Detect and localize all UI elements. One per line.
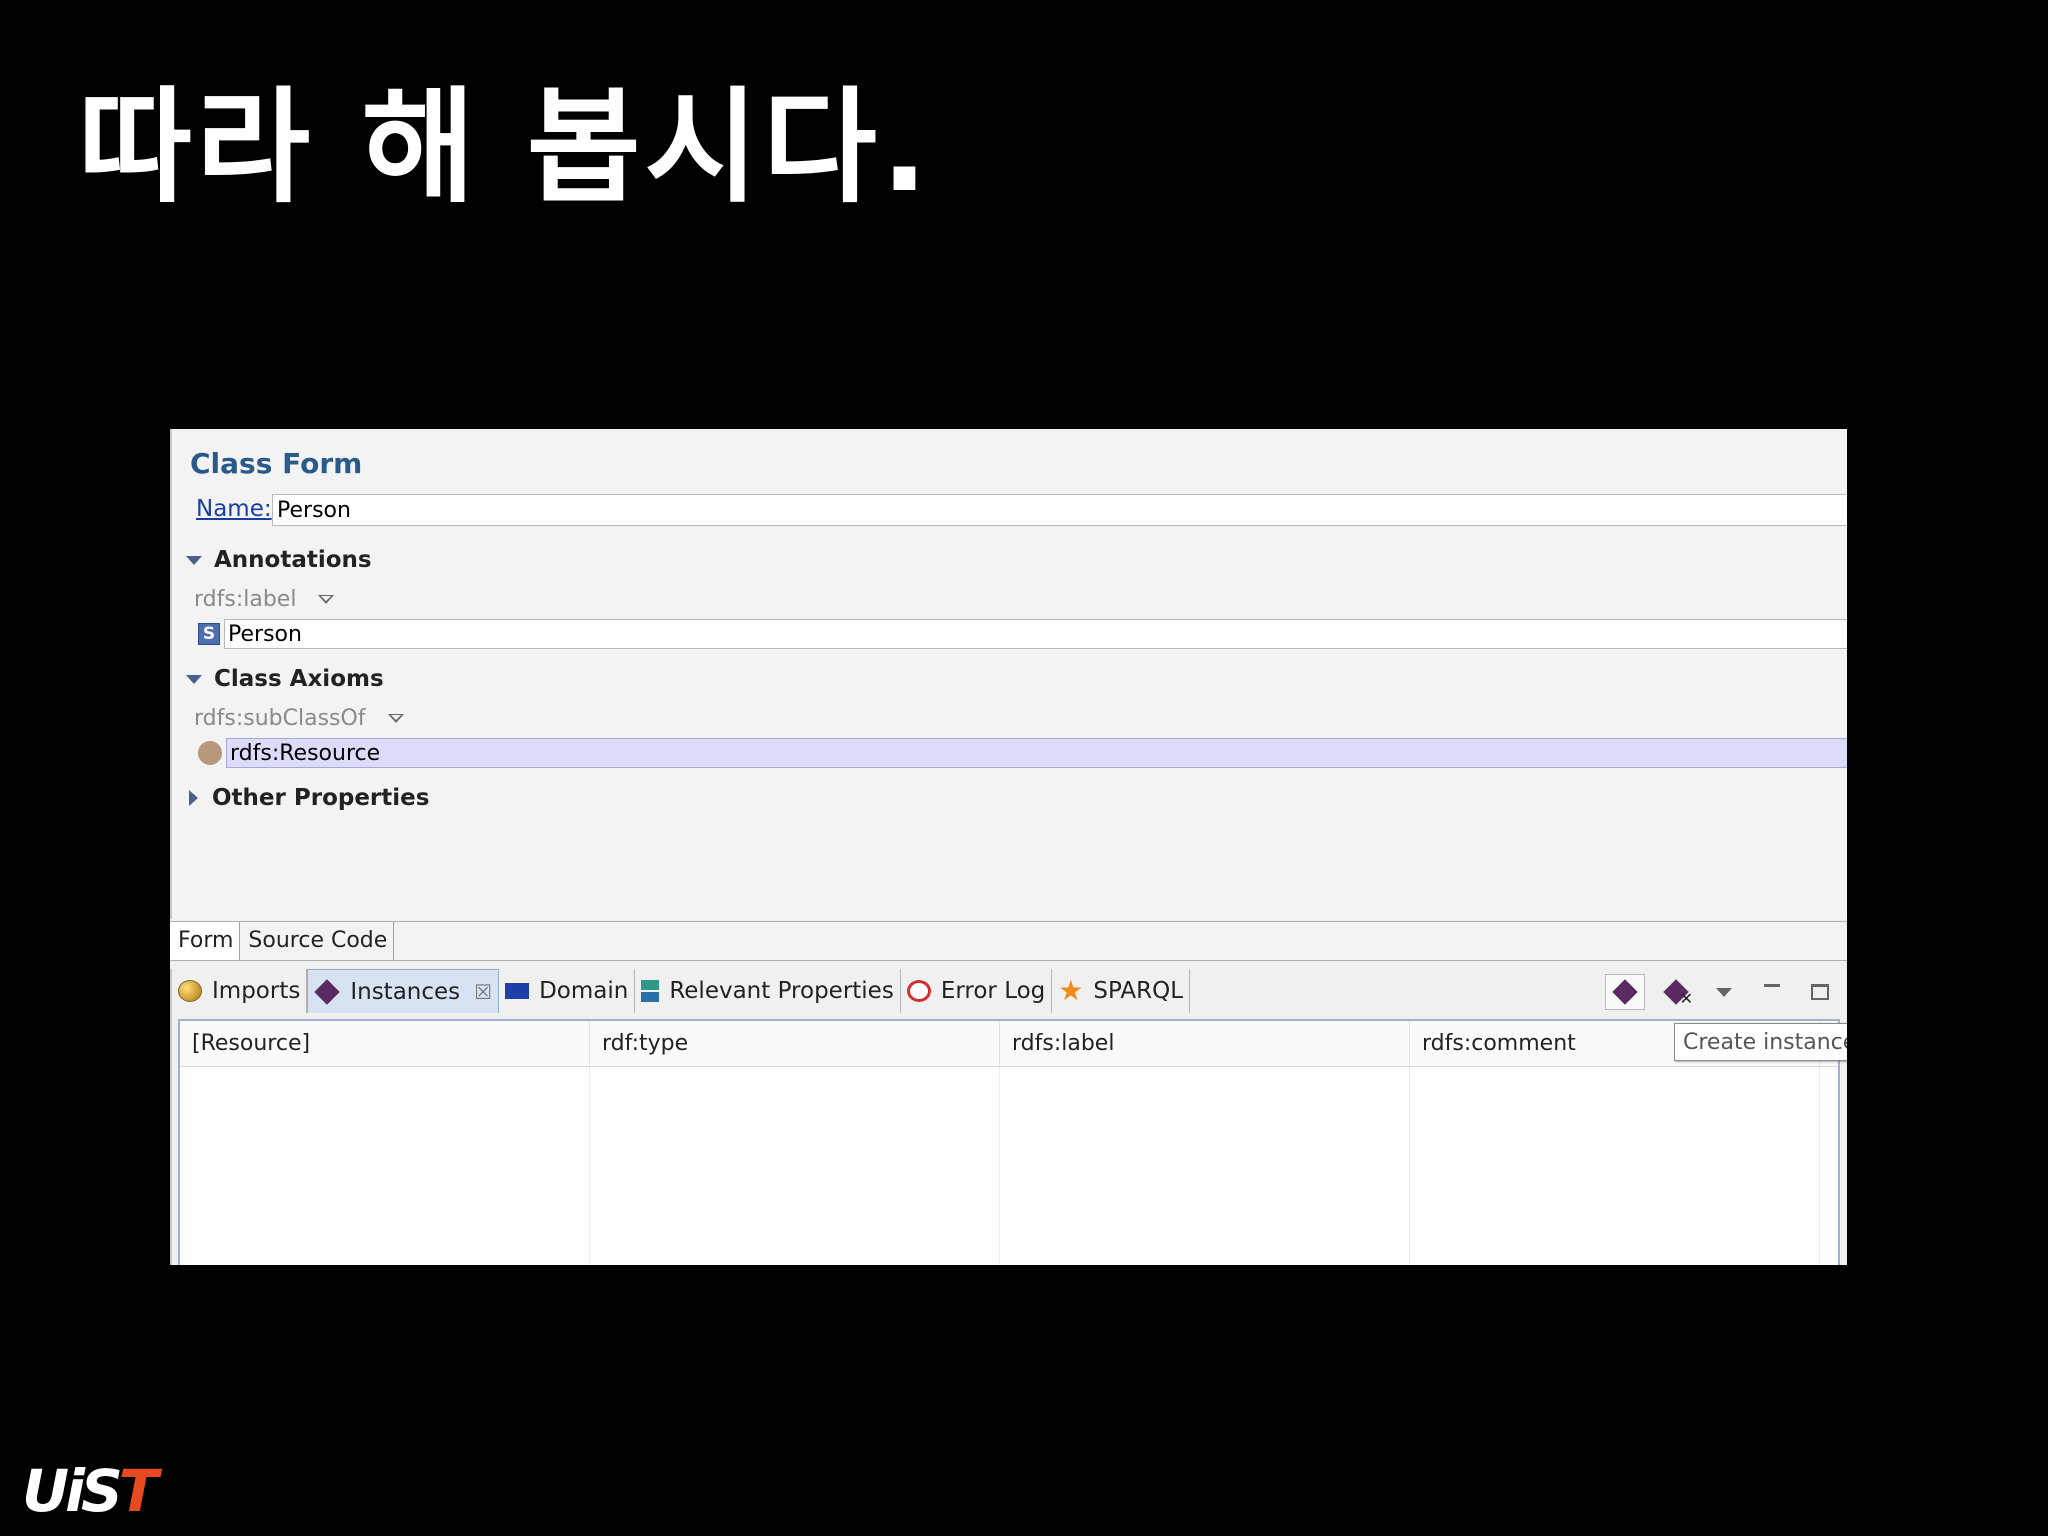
table-header: [Resource] rdf:type rdfs:label rdfs:comm… [180, 1021, 1838, 1067]
tab-form[interactable]: Form [170, 922, 241, 960]
dropdown-arrow-icon[interactable] [318, 595, 335, 604]
relevant-properties-icon [641, 980, 660, 1002]
maximize-button[interactable] [1803, 974, 1837, 1010]
class-axioms-section[interactable]: Class Axioms [186, 666, 384, 692]
create-instance-button[interactable] [1605, 974, 1645, 1010]
view-tab-bar: Imports Instances ☒ Domain Relevant Prop… [172, 969, 1191, 1013]
tab-error-log[interactable]: Error Log [901, 969, 1053, 1013]
view-toolbar: ✕ [1605, 973, 1837, 1011]
table-body [180, 1067, 1838, 1265]
expand-down-icon[interactable] [186, 674, 202, 684]
view-menu-button[interactable] [1707, 974, 1741, 1010]
tab-relevant-properties[interactable]: Relevant Properties [635, 969, 901, 1013]
column-header-rdf-type[interactable]: rdf:type [590, 1021, 1000, 1066]
instance-diamond-icon [314, 978, 341, 1005]
bottom-view-stack: Imports Instances ☒ Domain Relevant Prop… [170, 969, 1847, 1265]
logo-part-3: T [118, 1457, 159, 1525]
tab-instances[interactable]: Instances ☒ [307, 969, 500, 1013]
view-menu-icon [1716, 987, 1732, 997]
other-properties-section[interactable]: Other Properties [186, 785, 429, 811]
name-link[interactable]: Name: [196, 496, 272, 522]
column-header-rdfs-label[interactable]: rdfs:label [1000, 1021, 1410, 1066]
class-form-editor: Class Form Name: Annotations rdfs:label … [170, 429, 1847, 919]
instances-table: [Resource] rdf:type rdfs:label rdfs:comm… [178, 1019, 1840, 1265]
table-column [1000, 1067, 1410, 1265]
close-icon[interactable]: ☒ [474, 980, 492, 1004]
delete-x-icon: ✕ [1679, 989, 1693, 1008]
rdfs-subclassof-value-field[interactable] [226, 738, 1847, 768]
annotations-label: Annotations [214, 547, 372, 573]
logo-part-2: S [80, 1457, 123, 1525]
tab-domain-label: Domain [539, 978, 629, 1004]
class-axioms-label: Class Axioms [214, 666, 384, 692]
form-title: Class Form [190, 447, 363, 480]
axiom-value-row [198, 738, 1847, 768]
error-log-icon [906, 980, 931, 1002]
rdfs-subclassof-property[interactable]: rdfs:subClassOf [194, 706, 404, 731]
tab-sparql-label: SPARQL [1093, 978, 1184, 1004]
dropdown-arrow-icon[interactable] [387, 714, 404, 723]
logo-part-1: Ui [22, 1457, 85, 1525]
tab-error-log-label: Error Log [940, 978, 1046, 1004]
imports-icon [178, 980, 202, 1002]
domain-icon [505, 983, 530, 999]
uist-logo: UiST [22, 1462, 158, 1520]
tab-instances-label: Instances [350, 978, 461, 1005]
name-input[interactable] [272, 494, 1847, 526]
rdfs-label-value-field[interactable] [224, 619, 1847, 649]
tab-imports-label: Imports [212, 978, 301, 1004]
tab-relevant-properties-label: Relevant Properties [669, 978, 894, 1004]
column-header-resource[interactable]: [Resource] [180, 1021, 590, 1066]
table-column [590, 1067, 1000, 1265]
rdfs-label-property[interactable]: rdfs:label [194, 587, 335, 612]
minimize-icon [1764, 983, 1780, 987]
expand-right-icon[interactable] [189, 790, 198, 806]
resource-class-icon [198, 741, 222, 765]
slide-title: 따라 해 봅시다. [78, 76, 932, 220]
other-properties-label: Other Properties [212, 785, 430, 811]
table-column [1410, 1067, 1820, 1265]
maximize-icon [1811, 984, 1829, 1000]
create-instance-tooltip: Create instance [1674, 1023, 1847, 1061]
annotation-value-row: S [198, 619, 1847, 649]
string-type-icon: S [198, 623, 220, 645]
rdfs-subclassof-text: rdfs:subClassOf [194, 706, 366, 731]
expand-down-icon[interactable] [186, 555, 202, 565]
editor-tabs: Form Source Code [170, 921, 1847, 961]
tab-sparql[interactable]: ★ SPARQL [1052, 969, 1191, 1013]
annotations-section[interactable]: Annotations [186, 547, 372, 573]
table-column [180, 1067, 590, 1265]
minimize-button[interactable] [1755, 974, 1789, 1010]
delete-instance-button[interactable]: ✕ [1659, 974, 1693, 1010]
rdfs-label-text: rdfs:label [194, 587, 297, 612]
tab-domain[interactable]: Domain [499, 969, 636, 1013]
sparql-star-icon: ★ [1058, 974, 1084, 1007]
app-screenshot: Class Form Name: Annotations rdfs:label … [170, 429, 1847, 1265]
tab-source-code[interactable]: Source Code [240, 922, 395, 960]
tab-imports[interactable]: Imports [172, 969, 308, 1013]
create-instance-icon [1612, 979, 1638, 1005]
